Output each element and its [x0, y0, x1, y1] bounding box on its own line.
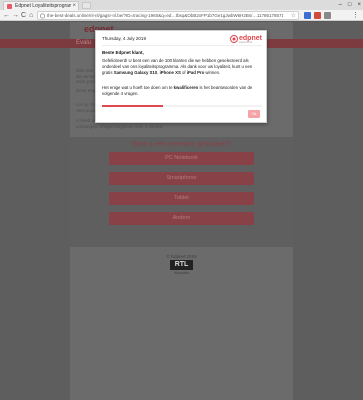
question-panel: Bent u een tevreden gebruiker? PC Notebo… [70, 137, 293, 247]
page-footer: © Edpnet 2018 RTL Winacties [70, 253, 293, 277]
url-text: the-best-deals.online/nl-nl/gagsr-nl.be/… [47, 13, 283, 18]
answer-button[interactable]: PC Notebook [109, 152, 254, 165]
address-bar[interactable]: the-best-deals.online/nl-nl/gagsr-nl.be/… [37, 11, 299, 20]
prize-name: Samsung Galaxy S10 [113, 70, 158, 75]
loyalty-modal: Thursday, 4 July 2019 edpnet supernet.be… [95, 30, 267, 123]
minimize-icon[interactable]: – [339, 2, 342, 8]
modal-logo: edpnet supernet.be [230, 34, 262, 45]
answer-button[interactable]: Smartphone [109, 172, 254, 185]
reload-icon[interactable]: C [21, 10, 26, 21]
progress-bar [102, 105, 262, 107]
browser-toolbar: ← → C ⌂ the-best-deals.online/nl-nl/gags… [0, 10, 363, 21]
edpnet-logo-icon [230, 35, 238, 43]
window-close-icon[interactable]: × [357, 2, 361, 8]
text-run: winnen. [204, 70, 221, 75]
question-title: Bent u een tevreden gebruiker? [132, 141, 231, 148]
footer-copyright: © Edpnet 2018 [166, 254, 197, 259]
info-icon[interactable] [40, 13, 45, 19]
modal-paragraph-1: Gefeliciteerd! U bent een van de 100 kla… [102, 58, 262, 76]
favicon-icon [7, 4, 12, 9]
answer-button[interactable]: Andere [109, 212, 254, 225]
ok-button[interactable]: Ok [248, 110, 260, 118]
browser-titlebar: Edpnet Loyaliteitsprogramma × – □ × [0, 0, 363, 10]
browser-tab[interactable]: Edpnet Loyaliteitsprogramma × [3, 1, 79, 10]
window-controls: – □ × [339, 0, 361, 10]
modal-greeting: Beste Edpnet klant, [102, 50, 144, 55]
extension-icon[interactable] [304, 12, 311, 19]
extension-icon[interactable] [314, 12, 321, 19]
modal-date: Thursday, 4 July 2019 [102, 36, 146, 41]
prize-name: iPhone XS [159, 70, 181, 75]
answer-button[interactable]: Tablet [109, 192, 254, 205]
footer-logo: RTL [170, 260, 193, 270]
header-bar-text: Evalu [76, 40, 92, 46]
new-tab-button[interactable] [82, 2, 91, 9]
intro-text: ontvangen. Vragen beginnen over 1 minuut… [76, 123, 164, 129]
home-icon[interactable]: ⌂ [29, 10, 33, 21]
bookmark-star-icon[interactable]: ☆ [291, 12, 296, 20]
footer-subtitle: Winacties [173, 271, 190, 275]
prize-name: iPad Pro [186, 70, 205, 75]
forward-arrow-icon[interactable]: → [12, 10, 19, 21]
back-arrow-icon[interactable]: ← [3, 10, 10, 21]
modal-logo-tagline: supernet.be [239, 41, 253, 44]
qualify-text: kwalificeren [173, 85, 199, 90]
progress-fill [102, 105, 163, 107]
maximize-icon[interactable]: □ [348, 2, 352, 8]
divider [102, 45, 262, 46]
modal-paragraph-2: Het enige wat u hoeft toe doen om te kwa… [102, 85, 262, 97]
extension-icon[interactable] [324, 12, 331, 19]
menu-icon[interactable]: ⋮ [352, 10, 359, 21]
text-run: Het enige wat u hoeft toe doen om te [102, 85, 174, 90]
